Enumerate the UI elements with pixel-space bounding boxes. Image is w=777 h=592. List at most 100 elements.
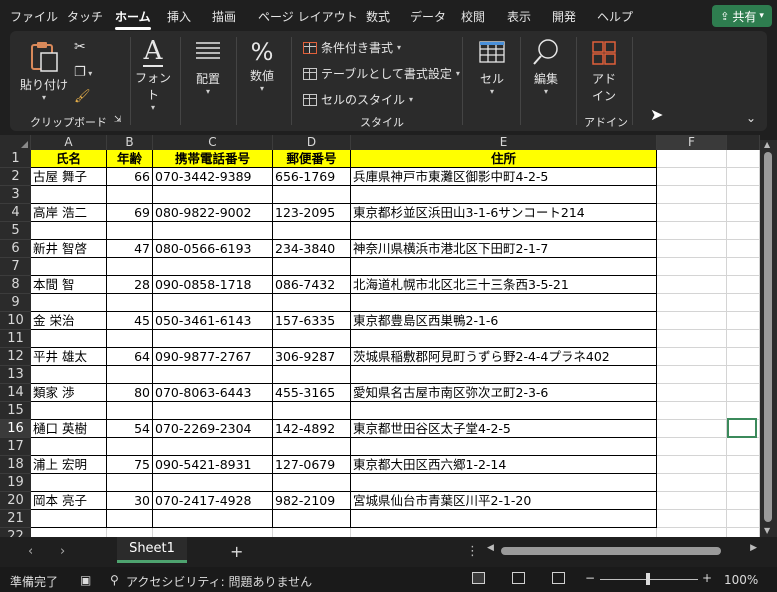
horizontal-scroll-thumb[interactable] — [501, 547, 721, 555]
cell[interactable] — [153, 510, 273, 528]
menu-tab[interactable]: 表示 — [507, 8, 531, 25]
cell[interactable]: 兵庫県神戸市東灘区御影中町4-2-5 — [351, 168, 657, 186]
cell[interactable] — [657, 186, 727, 204]
cell[interactable]: 157-6335 — [273, 312, 351, 330]
normal-view-icon[interactable] — [472, 572, 485, 584]
cell[interactable] — [273, 258, 351, 276]
dialog-launcher-icon[interactable]: ⇲ — [114, 115, 122, 125]
zoom-out-icon[interactable]: − — [585, 571, 595, 585]
cell[interactable]: 樋口 英樹 — [31, 420, 107, 438]
cell[interactable] — [657, 294, 727, 312]
menu-tab[interactable]: タッチ — [67, 8, 103, 25]
cell[interactable]: 本間 智 — [31, 276, 107, 294]
zoom-slider-thumb[interactable] — [646, 573, 650, 585]
cell[interactable] — [657, 492, 727, 510]
cell[interactable]: 岡本 亮子 — [31, 492, 107, 510]
header-cell[interactable]: 氏名 — [31, 150, 107, 168]
cell-area[interactable]: 1 氏名 年齢 携帯電話番号 郵便番号 住所 2 古屋 舞子 66 070-3442-9389 65… — [0, 150, 760, 537]
cell[interactable]: 66 — [107, 168, 153, 186]
cell[interactable] — [153, 474, 273, 492]
cell[interactable] — [107, 366, 153, 384]
cell[interactable] — [107, 510, 153, 528]
cell[interactable]: 47 — [107, 240, 153, 258]
cell[interactable]: 127-0679 — [273, 456, 351, 474]
cell[interactable] — [107, 438, 153, 456]
cell[interactable] — [351, 186, 657, 204]
cell[interactable] — [657, 420, 727, 438]
cell[interactable]: 東京都杉並区浜田山3-1-6サンコート214 — [351, 204, 657, 222]
cell[interactable] — [31, 330, 107, 348]
cells-button[interactable]: セル ▾ — [472, 39, 512, 96]
column-header[interactable]: B — [107, 135, 153, 150]
cell[interactable] — [657, 384, 727, 402]
cell[interactable] — [107, 258, 153, 276]
cell[interactable]: 64 — [107, 348, 153, 366]
row-header[interactable]: 16 — [0, 420, 31, 438]
cell[interactable]: 086-7432 — [273, 276, 351, 294]
row-header[interactable]: 15 — [0, 402, 31, 420]
cell[interactable] — [657, 402, 727, 420]
cell[interactable] — [657, 204, 727, 222]
cell[interactable] — [153, 258, 273, 276]
vertical-scrollbar[interactable]: ▲ ▼ — [760, 140, 777, 537]
cell[interactable] — [657, 348, 727, 366]
row-header[interactable]: 19 — [0, 474, 31, 492]
cell[interactable] — [727, 348, 760, 366]
alignment-button[interactable]: 配置 ▾ — [188, 41, 228, 96]
cell[interactable]: 75 — [107, 456, 153, 474]
cell[interactable] — [657, 474, 727, 492]
menu-tab[interactable]: 校閲 — [461, 8, 485, 25]
cell[interactable] — [727, 204, 760, 222]
row-header[interactable]: 2 — [0, 168, 31, 186]
cell[interactable]: 234-3840 — [273, 240, 351, 258]
paste-button[interactable]: 貼り付け ▾ — [20, 39, 68, 102]
cell[interactable] — [727, 474, 760, 492]
cell[interactable] — [31, 366, 107, 384]
page-break-view-icon[interactable] — [552, 572, 565, 584]
column-header[interactable]: F — [657, 135, 727, 150]
cell[interactable]: 090-9877-2767 — [153, 348, 273, 366]
cell[interactable] — [351, 222, 657, 240]
cell[interactable] — [727, 330, 760, 348]
header-cell[interactable]: 携帯電話番号 — [153, 150, 273, 168]
cell[interactable] — [727, 168, 760, 186]
row-header[interactable]: 22 — [0, 528, 31, 537]
horizontal-scrollbar[interactable]: ◀ ▶ — [487, 543, 757, 557]
row-header[interactable]: 1 — [0, 150, 31, 168]
cell[interactable]: 080-9822-9002 — [153, 204, 273, 222]
cell[interactable] — [273, 222, 351, 240]
cell[interactable]: 宮城県仙台市青葉区川平2-1-20 — [351, 492, 657, 510]
column-header[interactable]: D — [273, 135, 351, 150]
row-header[interactable]: 14 — [0, 384, 31, 402]
column-header[interactable] — [727, 135, 760, 150]
addins-button[interactable]: アド イン — [584, 39, 624, 104]
vertical-scroll-thumb[interactable] — [764, 152, 772, 522]
header-cell[interactable]: 年齢 — [107, 150, 153, 168]
menu-tab[interactable]: データ — [410, 8, 446, 25]
cell[interactable]: 高岸 浩二 — [31, 204, 107, 222]
row-header[interactable]: 20 — [0, 492, 31, 510]
row-header[interactable]: 12 — [0, 348, 31, 366]
zoom-level[interactable]: 100% — [724, 573, 758, 587]
cell[interactable] — [31, 222, 107, 240]
cell[interactable] — [153, 402, 273, 420]
cell[interactable]: 54 — [107, 420, 153, 438]
cell[interactable] — [153, 366, 273, 384]
cell[interactable]: 浦上 宏明 — [31, 456, 107, 474]
cell[interactable] — [657, 222, 727, 240]
cell[interactable]: 金 栄治 — [31, 312, 107, 330]
cell[interactable] — [153, 222, 273, 240]
cut-icon[interactable]: ✂ — [74, 39, 86, 55]
row-header[interactable]: 13 — [0, 366, 31, 384]
cell[interactable]: 050-3461-6143 — [153, 312, 273, 330]
cell[interactable] — [153, 186, 273, 204]
cell[interactable] — [351, 510, 657, 528]
cell[interactable] — [657, 150, 727, 168]
cell[interactable] — [727, 528, 760, 537]
cell[interactable] — [727, 384, 760, 402]
cell[interactable] — [31, 402, 107, 420]
page-layout-view-icon[interactable] — [512, 572, 525, 584]
cell[interactable] — [657, 456, 727, 474]
cell[interactable] — [31, 528, 107, 537]
cell[interactable] — [657, 438, 727, 456]
